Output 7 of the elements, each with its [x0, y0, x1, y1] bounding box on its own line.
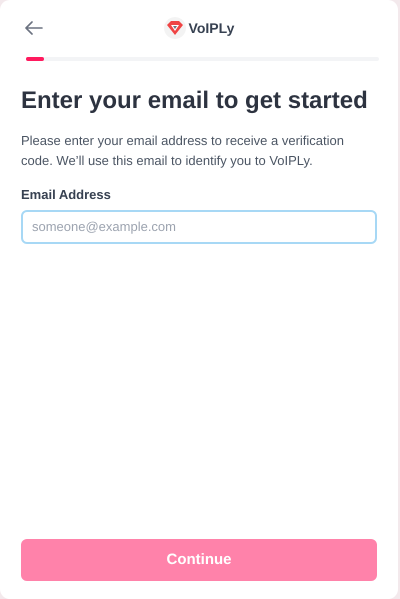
back-arrow-icon [25, 21, 43, 35]
brand-name: VoIPLy [188, 18, 234, 38]
logo-icon [164, 17, 186, 39]
page-title: Enter your email to get started [21, 86, 369, 116]
field-label: Email Address [21, 186, 112, 204]
description: Please enter your email address to receive a verification code. We’ll use this email to identify you to VoIPLy. [21, 132, 345, 170]
email-field[interactable]: someone@example.com [21, 210, 377, 244]
